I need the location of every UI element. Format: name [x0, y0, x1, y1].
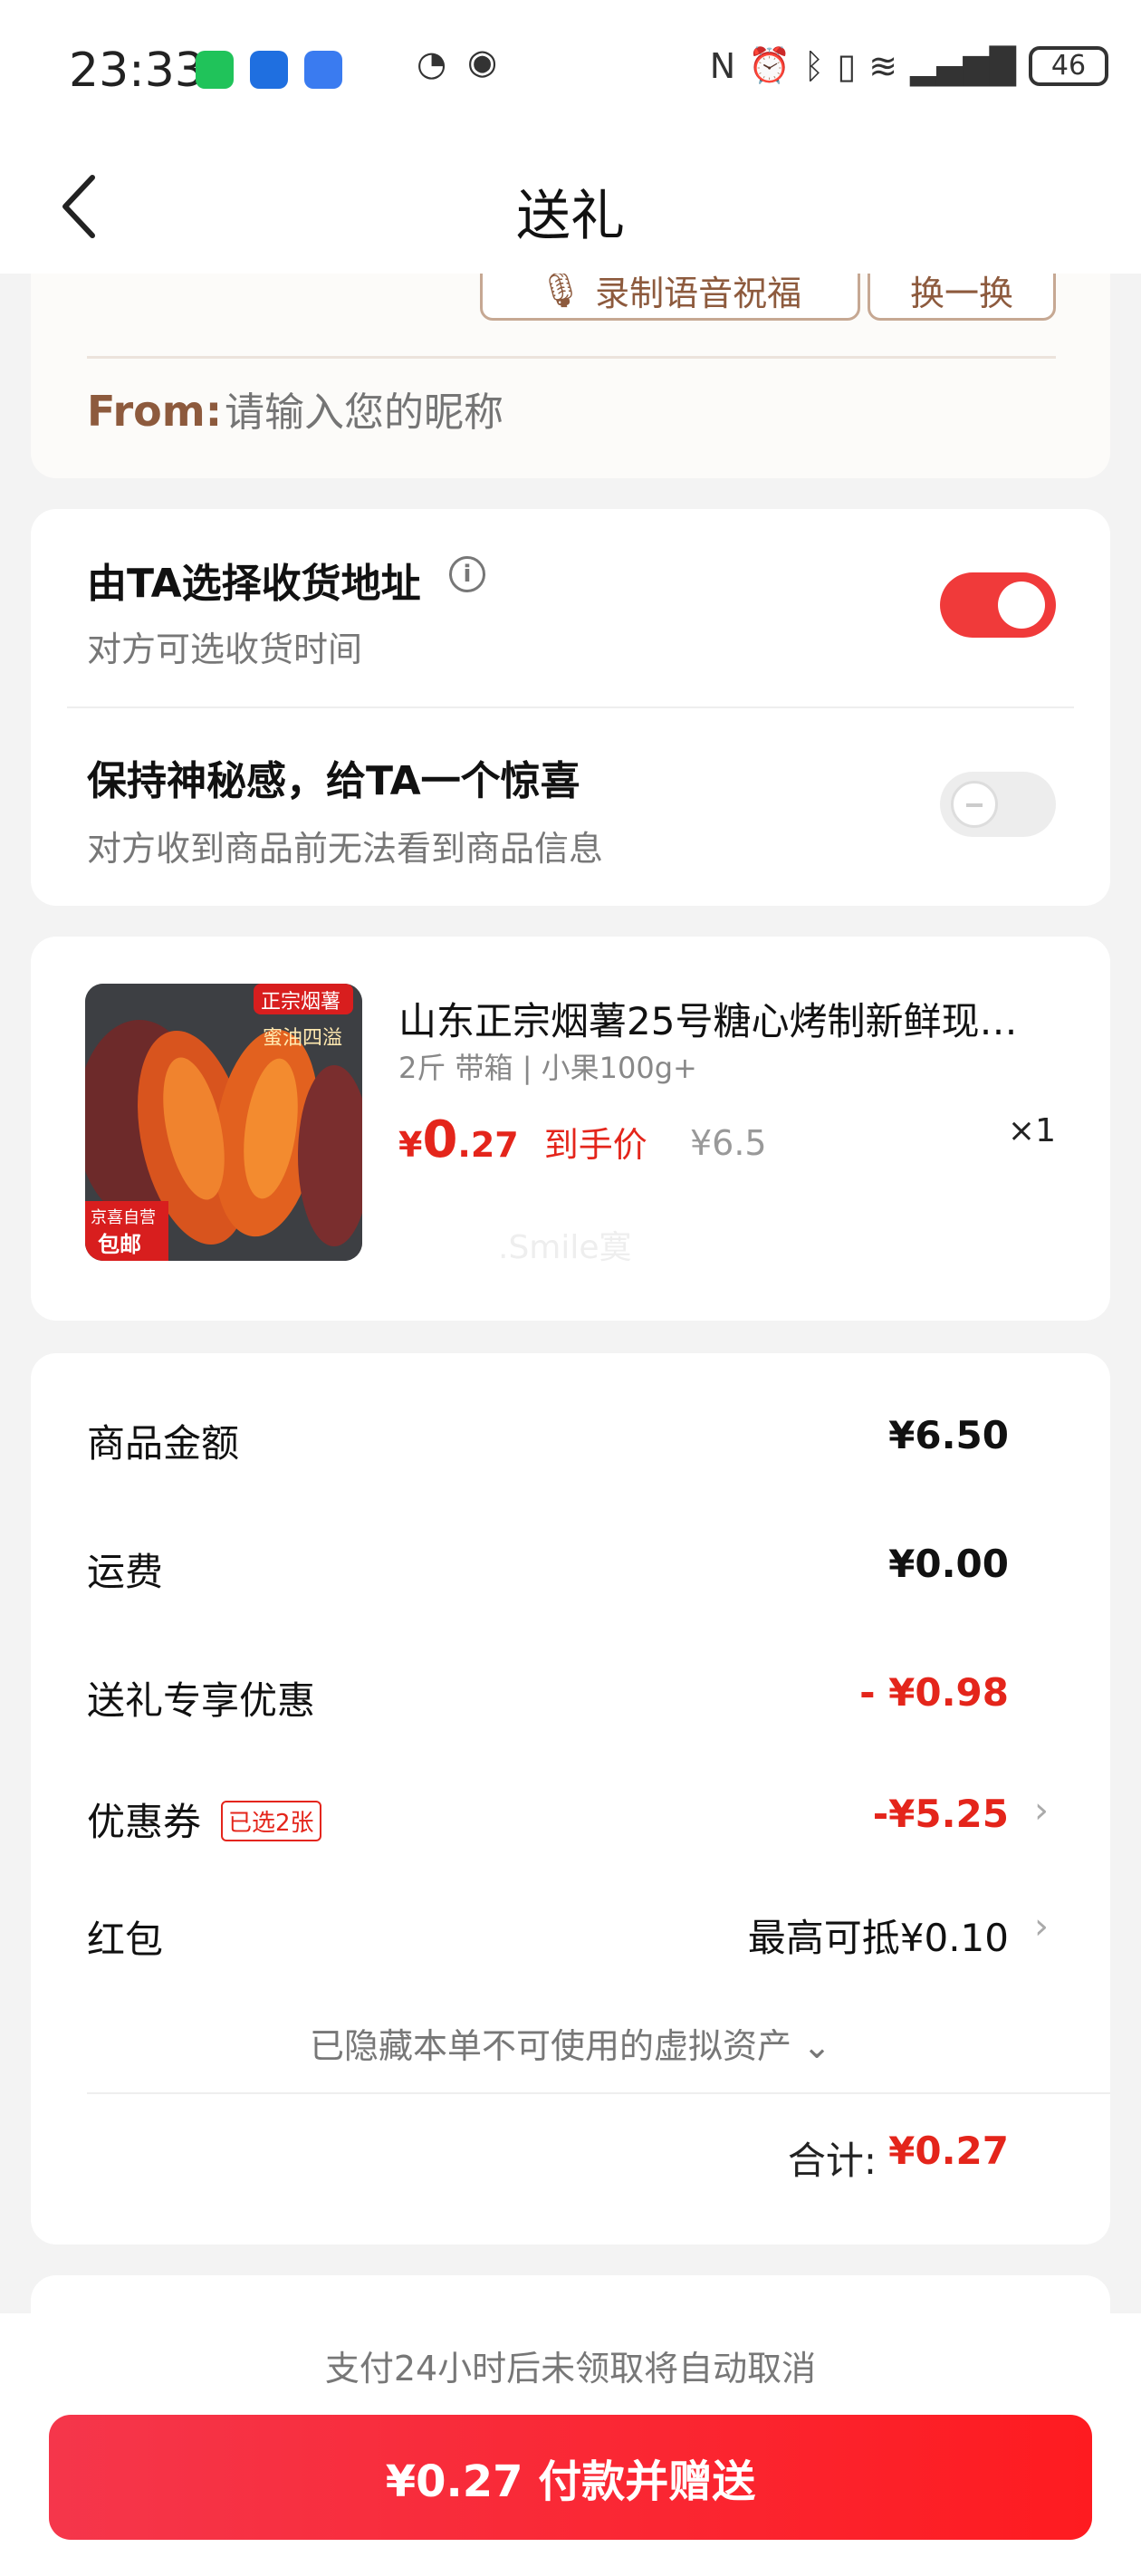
original-price: ¥6.5 [690, 1123, 767, 1163]
page: 23:33 ◔ ◉ N ⏰ ᛒ ▯ ≋ ▂▄▆█ 46 🎙 录制语音祝福 换一换… [0, 0, 1141, 2576]
coupon-label[interactable]: 优惠券 [87, 1792, 201, 1847]
nav-bar: 送礼 [0, 136, 1141, 274]
price-label: 到手价 [543, 1125, 647, 1165]
status-right-group: N ⏰ ᛒ ▯ ≋ ▂▄▆█ 46 [710, 45, 1108, 86]
from-label: From: [87, 387, 223, 436]
product-price: ¥ 0 .27 到手价 [398, 1110, 647, 1169]
image-badge-bottom-2: 包邮 [98, 1232, 141, 1257]
summary-value: ¥6.50 [888, 1413, 1009, 1457]
total-label: 合计: [787, 2139, 877, 2183]
wifi-icon: ≋ [868, 45, 898, 86]
price-currency: ¥ [398, 1125, 423, 1165]
product-spec: 2斤 带箱 | 小果100g+ [398, 1051, 697, 1085]
status-bar: 23:33 ◔ ◉ N ⏰ ᛒ ▯ ≋ ▂▄▆█ 46 [0, 0, 1141, 136]
eye-icon: ◉ [467, 42, 498, 82]
info-icon[interactable]: i [449, 556, 485, 592]
product-name[interactable]: 山东正宗烟薯25号糖心烤制新鲜现… [398, 991, 1069, 1046]
vibrate-icon: ▯ [837, 45, 857, 86]
nfc-icon: N [709, 45, 736, 86]
mystery-subtitle: 对方收到商品前无法看到商品信息 [87, 829, 604, 869]
gift-discount-value: - ¥0.98 [859, 1670, 1009, 1715]
page-title: 送礼 [516, 185, 625, 248]
mystery-toggle[interactable] [940, 772, 1056, 837]
image-badge-bottom-1: 京喜自营 [91, 1208, 156, 1227]
bluetooth-icon: ᛒ [803, 45, 825, 86]
coupon-value[interactable]: -¥5.25 [873, 1792, 1009, 1836]
image-caption: 蜜油四溢 [263, 1027, 343, 1050]
transfer-icon [304, 51, 342, 89]
toggle-knob [951, 781, 998, 828]
price-decimal: .27 [457, 1125, 519, 1165]
mystery-title: 保持神秘感，给TA一个惊喜 [87, 758, 580, 804]
product-image[interactable]: 正宗烟薯 蜜油四溢 京喜自营 包邮 [85, 984, 362, 1261]
recipient-address-title: 由TA选择收货地址 [87, 561, 421, 607]
image-badge-top: 正宗烟薯 [261, 991, 341, 1014]
hidden-assets-toggle[interactable]: 已隐藏本单不可使用的虚拟资产 ⌄ [31, 2018, 1110, 2068]
alarm-icon: ⏰ [748, 45, 791, 85]
app-robot-icon [250, 51, 288, 89]
order-summary-card: 商品金额 ¥6.50 运费 ¥0.00 送礼专享优惠 - ¥0.98 优惠券 已… [31, 1353, 1110, 2244]
red-packet-value[interactable]: 最高可抵¥0.10 [748, 1908, 1009, 1963]
summary-label: 送礼专享优惠 [87, 1678, 316, 1723]
red-packet-label[interactable]: 红包 [87, 1909, 163, 1965]
recipient-address-toggle[interactable] [940, 572, 1056, 638]
summary-value: ¥0.00 [888, 1542, 1009, 1586]
nickname-input[interactable] [225, 389, 949, 436]
recipient-address-subtitle: 对方可选收货时间 [87, 630, 363, 669]
toggle-knob [998, 582, 1045, 629]
divider [87, 356, 1056, 359]
gift-options-card: 由TA选择收货地址 i 对方可选收货时间 保持神秘感，给TA一个惊喜 对方收到商… [31, 509, 1110, 906]
total-value: ¥0.27 [888, 2129, 1009, 2173]
pay-and-gift-button[interactable]: ¥0.27 付款并赠送 [49, 2415, 1092, 2540]
notification-icon: ◔ [417, 43, 447, 83]
microphone-icon: 🎙 [538, 269, 583, 310]
auto-cancel-note: 支付24小时后未领取将自动取消 [324, 2349, 817, 2389]
bottom-bar: 支付24小时后未领取将自动取消 ¥0.27 付款并赠送 [0, 2313, 1141, 2576]
coupon-badge: 已选2张 [221, 1801, 321, 1841]
product-quantity: ×1 [1007, 1112, 1056, 1149]
status-time: 23:33 [69, 43, 205, 98]
price-integer: 0 [422, 1110, 458, 1169]
divider [87, 2092, 1110, 2094]
summary-label: 商品金额 [87, 1421, 240, 1466]
signal-icon: ▂▄▆█ [910, 45, 1016, 86]
product-card[interactable]: 正宗烟薯 蜜油四溢 京喜自营 包邮 山东正宗烟薯25号糖心烤制新鲜现… 2斤 带… [31, 937, 1110, 1321]
watermark: .Smile寞 [498, 1229, 632, 1266]
divider [67, 706, 1074, 708]
chevron-right-icon[interactable]: › [1034, 1790, 1049, 1831]
wechat-icon [196, 51, 234, 89]
summary-label: 运费 [87, 1550, 164, 1594]
chevron-right-icon[interactable]: › [1034, 1906, 1049, 1947]
battery-icon: 46 [1029, 45, 1108, 86]
